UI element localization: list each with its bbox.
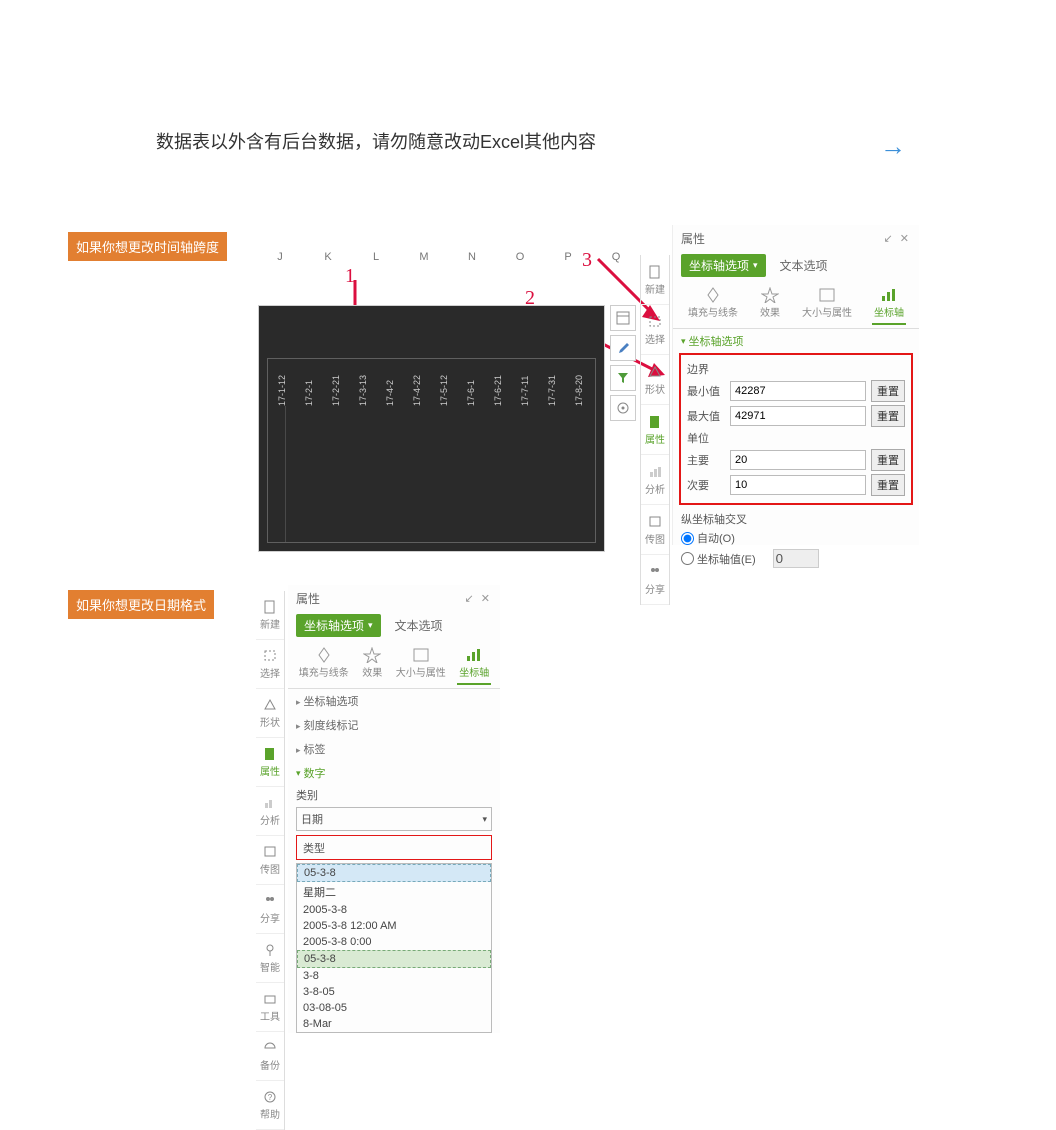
sidenav2-props[interactable]: 属性	[256, 738, 284, 787]
subtab2-axis[interactable]: 坐标轴	[457, 645, 491, 685]
unit-label: 单位	[687, 430, 905, 446]
sidenav-share[interactable]: 分享	[641, 555, 669, 605]
sidenav2-analyze[interactable]: 分析	[256, 787, 284, 836]
subtab-fill[interactable]: 填充与线条	[686, 285, 740, 325]
collapse-axis-options[interactable]: 坐标轴选项	[288, 689, 500, 713]
min-input[interactable]	[730, 381, 866, 401]
sidenav-shape[interactable]: 形状	[641, 355, 669, 405]
minor-input[interactable]	[730, 475, 866, 495]
sidenav-analyze[interactable]: 分析	[641, 455, 669, 505]
chart-styles-button[interactable]	[610, 305, 636, 331]
panel2-title: 属性	[296, 590, 320, 607]
sidenav: 新建 选择 形状 属性 分析 传图 分享	[640, 255, 670, 605]
list-item[interactable]: 星期二	[297, 882, 491, 902]
panel2-window-controls[interactable]: ↙ ✕	[465, 592, 493, 605]
reset-major-button[interactable]: 重置	[871, 449, 905, 471]
panel-window-controls[interactable]: ↙ ✕	[884, 232, 912, 245]
axis-cross-section: 纵坐标轴交叉 自动(O) 坐标轴值(E)	[673, 507, 919, 573]
subtabs: 填充与线条 效果 大小与属性 坐标轴	[673, 281, 919, 329]
sidenav2-help[interactable]: ?帮助	[256, 1081, 284, 1130]
cross-value-radio[interactable]	[681, 552, 694, 565]
panel-title: 属性	[681, 230, 705, 247]
reset-min-button[interactable]: 重置	[871, 380, 905, 402]
max-label: 最大值	[687, 408, 725, 424]
subtab2-effect[interactable]: 效果	[360, 645, 384, 685]
list-item[interactable]: 3-8-05	[297, 984, 491, 1000]
major-label: 主要	[687, 452, 725, 468]
section-number[interactable]: 数字	[288, 761, 500, 783]
min-label: 最小值	[687, 383, 725, 399]
blue-arrow-icon: →	[880, 131, 906, 162]
chart-preview[interactable]: 17-1-12 17-2-1 17-2-21 17-3-13 17-4-2 17…	[258, 305, 605, 552]
sidenav-props[interactable]: 属性	[641, 405, 669, 455]
callout-timespan: 如果你想更改时间轴跨度	[68, 232, 227, 261]
category-label: 类别	[296, 787, 492, 803]
list-item[interactable]: 03-08-05	[297, 1000, 491, 1016]
sidenav2-backup[interactable]: 备份	[256, 1032, 284, 1081]
annotation-3: 3	[582, 249, 592, 272]
properties-panel: 属性 ↙ ✕ 坐标轴选项 ▾ 文本选项 填充与线条 效果 大小与属性 坐标轴 坐…	[672, 225, 919, 545]
callout-dateformat: 如果你想更改日期格式	[68, 590, 214, 619]
category-select[interactable]: 日期▾	[296, 807, 492, 831]
list-item[interactable]: 2005-3-8	[297, 902, 491, 918]
axis-options-dropdown[interactable]: 坐标轴选项 ▾	[681, 254, 766, 277]
subtab-size[interactable]: 大小与属性	[800, 285, 854, 325]
cross-auto-radio[interactable]	[681, 532, 694, 545]
subtab2-size[interactable]: 大小与属性	[394, 645, 448, 685]
sidenav-new[interactable]: 新建	[641, 255, 669, 305]
sidenav2-select[interactable]: 选择	[256, 640, 284, 689]
sidenav2-drawing[interactable]: 传图	[256, 836, 284, 885]
list-item[interactable]: 2005-3-8 12:00 AM	[297, 918, 491, 934]
chart-brush-button[interactable]	[610, 335, 636, 361]
subtab-effect[interactable]: 效果	[758, 285, 782, 325]
minor-label: 次要	[687, 477, 725, 493]
list-item[interactable]: 3-8	[297, 968, 491, 984]
list-item[interactable]: 8-Mar	[297, 1016, 491, 1032]
list-item[interactable]: 05-3-8	[297, 950, 491, 968]
screenshot-date-format: 新建 选择 形状 属性 分析 传图 分享 智能 工具 备份 ?帮助 属性 ↙ ✕…	[256, 585, 506, 985]
chart-settings-button[interactable]	[610, 395, 636, 421]
sidenav2-share[interactable]: 分享	[256, 885, 284, 934]
highlighted-bounds-box: 边界 最小值 重置 最大值 重置 单位 主要 重置	[679, 353, 913, 505]
sidenav2-new[interactable]: 新建	[256, 591, 284, 640]
cross-value-input	[773, 549, 819, 568]
properties-panel-2: 属性 ↙ ✕ 坐标轴选项 ▾ 文本选项 填充与线条 效果 大小与属性 坐标轴 坐…	[288, 585, 500, 1033]
svg-text:?: ?	[268, 1093, 273, 1102]
collapse-tick-marks[interactable]: 刻度线标记	[288, 713, 500, 737]
sidenav-select[interactable]: 选择	[641, 305, 669, 355]
bounds-label: 边界	[687, 361, 905, 377]
sidenav2-smart[interactable]: 智能	[256, 934, 284, 983]
major-input[interactable]	[730, 450, 866, 470]
text-options-tab[interactable]: 文本选项	[780, 257, 828, 274]
highlighted-type-box: 类型	[296, 835, 492, 860]
text-options-tab-2[interactable]: 文本选项	[395, 617, 443, 634]
reset-minor-button[interactable]: 重置	[871, 474, 905, 496]
chart-tools	[610, 305, 636, 421]
subtabs-2: 填充与线条 效果 大小与属性 坐标轴	[288, 641, 500, 689]
axis-options-dropdown-2[interactable]: 坐标轴选项 ▾	[296, 614, 381, 637]
main-warning-text: 数据表以外含有后台数据，请勿随意改动Excel其他内容	[156, 128, 596, 154]
screenshot-axis-range: JKLMNOPQ 1 2 3 17-1-12 17-2-1 17-2-21 17…	[250, 225, 920, 555]
date-format-listbox[interactable]: 05-3-8 星期二 2005-3-8 2005-3-8 12:00 AM 20…	[296, 863, 492, 1033]
sidenav-drawing[interactable]: 传图	[641, 505, 669, 555]
subtab2-fill[interactable]: 填充与线条	[297, 645, 351, 685]
collapse-labels[interactable]: 标签	[288, 737, 500, 761]
sidenav2-shape[interactable]: 形状	[256, 689, 284, 738]
list-item[interactable]: 05-3-8	[297, 864, 491, 882]
sidenav2-tools[interactable]: 工具	[256, 983, 284, 1032]
subtab-axis[interactable]: 坐标轴	[872, 285, 906, 325]
max-input[interactable]	[730, 406, 866, 426]
type-label: 类型	[303, 840, 485, 856]
chart-filter-button[interactable]	[610, 365, 636, 391]
sidenav2: 新建 选择 形状 属性 分析 传图 分享 智能 工具 备份 ?帮助	[256, 591, 285, 1130]
section-axis-options[interactable]: 坐标轴选项	[673, 329, 919, 351]
list-item[interactable]: 2005-3-8 0:00	[297, 934, 491, 950]
annotation-1: 1	[345, 265, 355, 288]
reset-max-button[interactable]: 重置	[871, 405, 905, 427]
